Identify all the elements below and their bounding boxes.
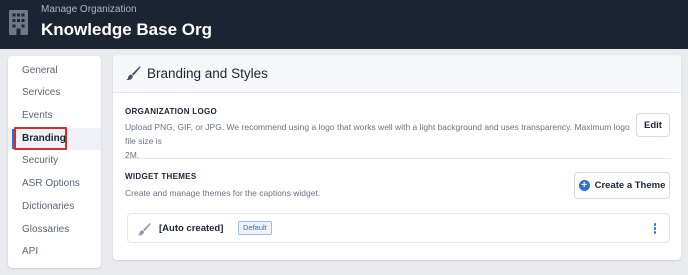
create-theme-button[interactable]: + Create a Theme	[574, 172, 670, 199]
sidebar-item-label: API	[22, 246, 39, 257]
page-title: Branding and Styles	[147, 66, 268, 81]
default-badge: Default	[238, 221, 272, 235]
header-subtitle: Manage Organization	[41, 4, 137, 15]
logo-description-line: 2M.	[125, 150, 140, 160]
edit-logo-button[interactable]: Edit	[636, 113, 670, 137]
theme-name: [Auto created]	[159, 223, 224, 234]
logo-section-description: Upload PNG, GIF, or JPG. We recommend us…	[125, 120, 635, 162]
themes-section-description: Create and manage themes for the caption…	[125, 188, 321, 198]
building-icon	[9, 10, 28, 35]
top-header: Manage Organization Knowledge Base Org	[0, 0, 688, 49]
branding-panel: Branding and Styles ORGANIZATION LOGO Up…	[113, 55, 681, 260]
themes-section-title: WIDGET THEMES	[125, 172, 197, 181]
sidebar-item-label: Branding	[22, 133, 66, 144]
sidebar-item-label: Events	[22, 110, 53, 121]
section-divider	[123, 158, 671, 159]
org-name-title: Knowledge Base Org	[41, 20, 212, 39]
sidebar-item-label: Security	[22, 155, 59, 166]
plus-circle-icon: +	[578, 180, 590, 191]
sidebar-item-glossaries[interactable]: Glossaries	[8, 219, 101, 241]
sidebar-item-branding[interactable]: Branding	[8, 127, 101, 150]
sidebar-item-security[interactable]: Security	[8, 150, 101, 172]
sidebar-item-services[interactable]: Services	[8, 82, 101, 104]
sidebar-item-label: Dictionaries	[22, 201, 75, 212]
sidebar-item-label: General	[22, 65, 58, 76]
sidebar-item-api[interactable]: API	[8, 241, 101, 263]
sidebar-item-events[interactable]: Events	[8, 105, 101, 127]
panel-header: Branding and Styles	[113, 55, 681, 93]
sidebar-item-label: Glossaries	[22, 224, 70, 235]
theme-list-item[interactable]: [Auto created] Default	[127, 213, 670, 243]
sidebar-item-asr-options[interactable]: ASR Options	[8, 173, 101, 195]
more-options-icon[interactable]	[653, 223, 657, 235]
logo-section-title: ORGANIZATION LOGO	[125, 107, 218, 116]
paintbrush-icon	[126, 66, 141, 81]
sidebar-item-general[interactable]: General	[8, 60, 101, 82]
create-theme-label: Create a Theme	[594, 180, 666, 191]
settings-sidebar: General Services Events Branding Securit…	[8, 56, 101, 268]
logo-description-line: Upload PNG, GIF, or JPG. We recommend us…	[125, 122, 630, 146]
paintbrush-icon	[137, 222, 151, 236]
sidebar-item-label: ASR Options	[22, 178, 80, 189]
sidebar-item-label: Services	[22, 87, 61, 98]
sidebar-item-dictionaries[interactable]: Dictionaries	[8, 196, 101, 218]
